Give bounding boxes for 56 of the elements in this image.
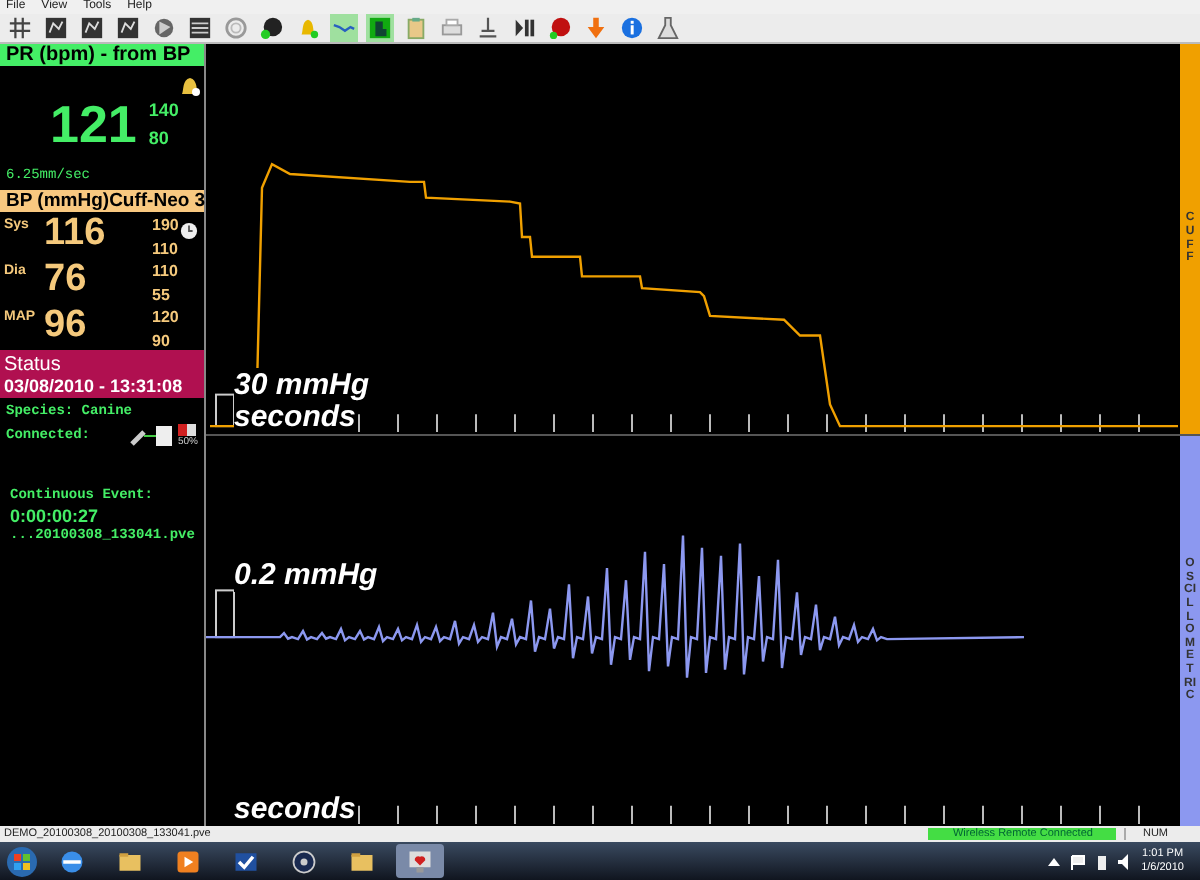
low-limit: 90 (152, 332, 172, 350)
high-limit: 190 (152, 216, 180, 234)
clock-icon (180, 222, 198, 240)
cuff-size: Cuff-Neo 3 (109, 190, 206, 212)
time-unit-label: seconds (234, 400, 356, 434)
event-timer: 0:00:00:27 (10, 506, 101, 526)
play-pause-icon (512, 16, 536, 40)
clipboard-icon (404, 16, 428, 40)
toolbar-button[interactable] (78, 14, 106, 42)
status-header: Status 03/08/2010 - 13:31:08 (0, 350, 204, 398)
battery-icon[interactable] (1093, 853, 1110, 869)
high-limit: 120 (152, 308, 180, 326)
high-limit: 140 (148, 100, 179, 120)
scale-label: 30 mmHg (234, 368, 370, 402)
bell-icon[interactable] (178, 74, 203, 98)
info-icon (620, 16, 644, 40)
time-unit-label: seconds (234, 792, 356, 826)
printer-icon (440, 16, 464, 40)
bell-icon (296, 16, 320, 40)
battery-icon (177, 424, 198, 436)
toolbar-button[interactable] (114, 14, 142, 42)
start-button[interactable] (6, 845, 38, 877)
ball-icon (260, 16, 284, 40)
scale-label: 0.2 mmHg (234, 558, 378, 592)
high-limit: 110 (152, 262, 180, 280)
flag-icon[interactable] (1069, 853, 1086, 869)
low-limit: 110 (152, 240, 180, 258)
disc-icon (290, 847, 318, 875)
chart-icon (80, 16, 104, 40)
stop-icon (548, 16, 572, 40)
chart-icon (116, 16, 140, 40)
toolbar-button[interactable] (42, 14, 70, 42)
calibration-marker (215, 589, 235, 639)
toolbar-button[interactable] (6, 14, 34, 42)
heart-monitor-icon (406, 847, 434, 875)
checkmark-icon (232, 847, 260, 875)
probe-icon (129, 424, 174, 448)
pressure-value: 96 (44, 304, 89, 346)
toolbar-button[interactable] (258, 14, 286, 42)
panel-header: BP (mmHg) (6, 190, 110, 212)
toolbar-button[interactable] (186, 14, 214, 42)
lines-icon (188, 16, 212, 40)
pulse-rate-value: 121 (48, 92, 137, 158)
pressure-value: 76 (44, 258, 89, 300)
chart-icon (44, 16, 68, 40)
low-limit: 55 (152, 286, 172, 304)
grid-icon (8, 16, 32, 40)
low-limit: 80 (148, 128, 171, 148)
panel-header: PR (bpm) - from BP (0, 44, 204, 66)
play-icon (174, 847, 202, 875)
caret-icon[interactable] (1045, 853, 1062, 869)
down-arrow-icon (584, 16, 608, 40)
folder-icon (348, 847, 376, 875)
pressure-value: 116 (44, 212, 108, 254)
toolbar-button[interactable] (510, 14, 538, 42)
folder-icon (116, 847, 144, 875)
